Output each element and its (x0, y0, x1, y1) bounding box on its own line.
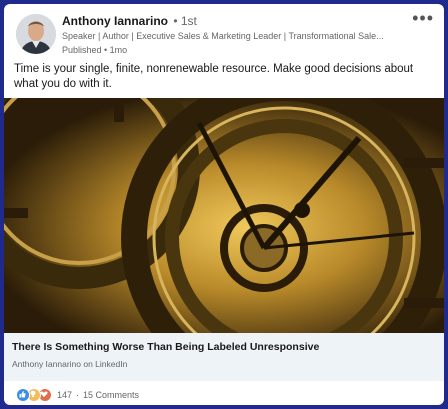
article-title[interactable]: There Is Something Worse Than Being Labe… (12, 341, 319, 353)
article-image[interactable] (4, 98, 444, 333)
reaction-count[interactable]: 147 (57, 390, 72, 400)
like-reaction-icon (16, 388, 30, 402)
published-time: Published • 1mo (62, 45, 128, 55)
more-options-icon[interactable]: ••• (412, 9, 434, 27)
post-card: Anthony Iannarino • 1st Speaker | Author… (4, 4, 444, 405)
social-counts[interactable]: 147 · 15 Comments (16, 388, 139, 402)
separator: · (76, 390, 80, 400)
article-source: Anthony Iannarino on LinkedIn (12, 359, 128, 369)
author-headline: Speaker | Author | Executive Sales & Mar… (62, 31, 384, 41)
author-name[interactable]: Anthony Iannarino (62, 14, 168, 28)
post-text: Time is your single, finite, nonrenewabl… (14, 63, 414, 90)
author-line: Anthony Iannarino • 1st (62, 14, 197, 28)
avatar[interactable] (16, 14, 56, 54)
astronomical-clock-image (4, 98, 444, 333)
comments-count[interactable]: 15 Comments (83, 390, 139, 400)
avatar-photo (16, 14, 56, 54)
connection-degree: • 1st (173, 14, 197, 28)
